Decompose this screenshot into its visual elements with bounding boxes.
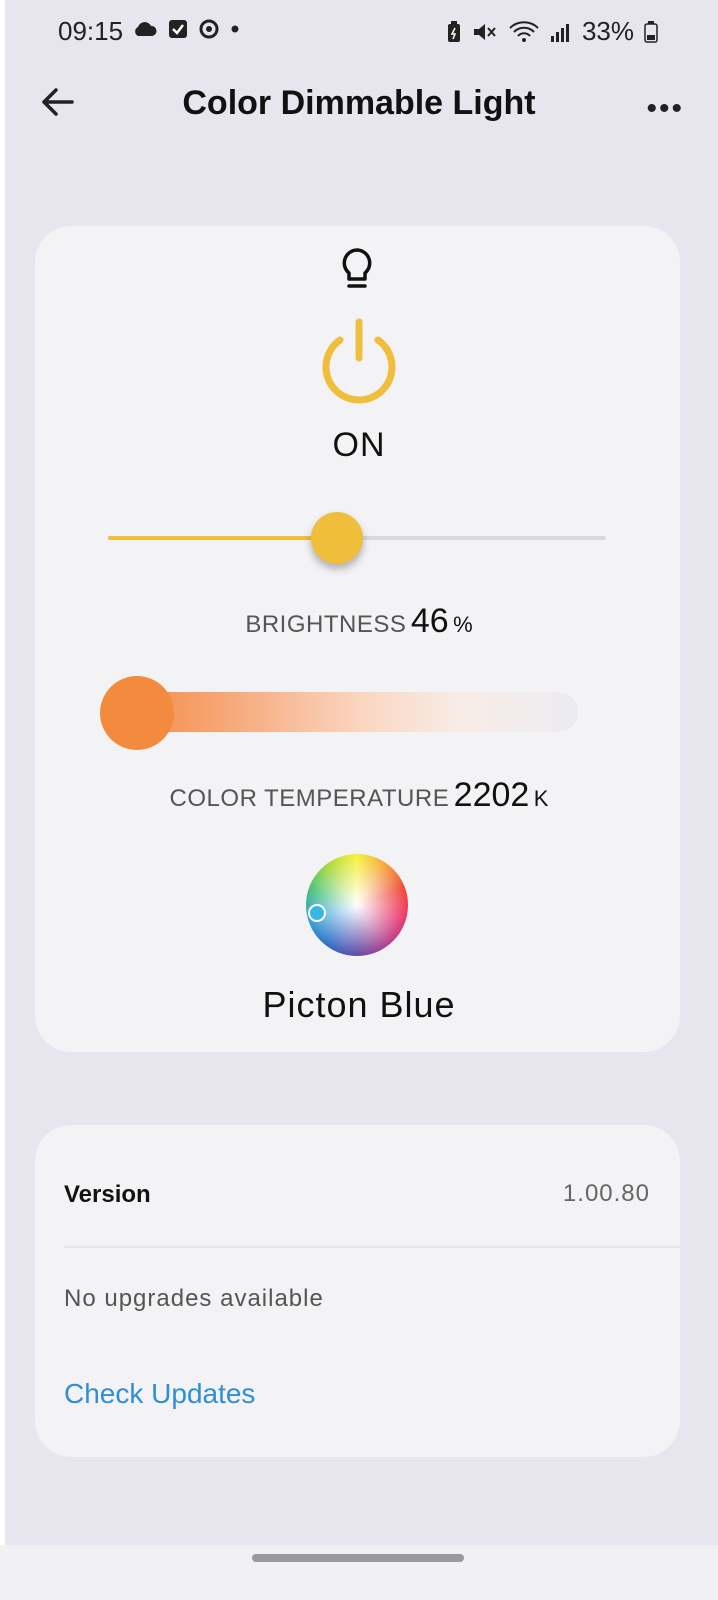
status-left-icons xyxy=(132,18,240,40)
sync-icon xyxy=(199,19,219,39)
brightness-unit: % xyxy=(453,612,473,637)
power-button[interactable] xyxy=(314,318,404,408)
app-header: Color Dimmable Light ••• xyxy=(0,70,718,140)
color-temperature-value: 2202 xyxy=(453,776,530,814)
color-temperature-unit: K xyxy=(533,786,549,811)
brightness-readout: BRIGHTNESS 46 % xyxy=(0,602,718,641)
battery-percentage: 33% xyxy=(581,16,634,46)
brightness-label: BRIGHTNESS xyxy=(245,611,407,638)
selected-color-name: Picton Blue xyxy=(262,984,456,1025)
more-options-button[interactable]: ••• xyxy=(646,92,684,126)
brightness-value: 46 xyxy=(410,602,449,640)
status-time: 09:15 xyxy=(58,16,124,46)
brightness-slider-fill xyxy=(108,536,338,540)
brightness-slider-thumb[interactable] xyxy=(311,512,364,564)
page-title: Color Dimmable Light xyxy=(182,84,536,122)
home-indicator[interactable] xyxy=(252,1554,464,1562)
battery-saver-icon xyxy=(447,20,460,42)
color-temperature-label: COLOR TEMPERATURE xyxy=(169,785,450,812)
upgrade-status: No upgrades available xyxy=(64,1285,324,1312)
color-wheel-selector[interactable] xyxy=(308,904,326,922)
check-updates-link[interactable]: Check Updates xyxy=(64,1378,255,1410)
color-temperature-thumb[interactable] xyxy=(100,676,174,750)
status-bar: 09:15 33% xyxy=(0,0,718,62)
signal-icon xyxy=(550,23,569,42)
power-state: ON xyxy=(332,426,386,464)
battery-icon xyxy=(644,20,658,43)
version-label: Version xyxy=(64,1181,151,1208)
color-temperature-readout: COLOR TEMPERATURE 2202 K xyxy=(0,776,718,815)
dot-icon xyxy=(231,25,239,33)
wifi-icon xyxy=(509,20,539,42)
status-right: 33% xyxy=(446,16,658,47)
color-temperature-slider[interactable] xyxy=(108,692,578,732)
version-value: 1.00.80 xyxy=(562,1180,650,1207)
mute-icon xyxy=(473,23,496,40)
lightbulb-icon xyxy=(342,248,372,288)
checkbox-icon xyxy=(169,20,187,38)
divider xyxy=(64,1246,680,1248)
cloud-icon xyxy=(135,22,157,36)
